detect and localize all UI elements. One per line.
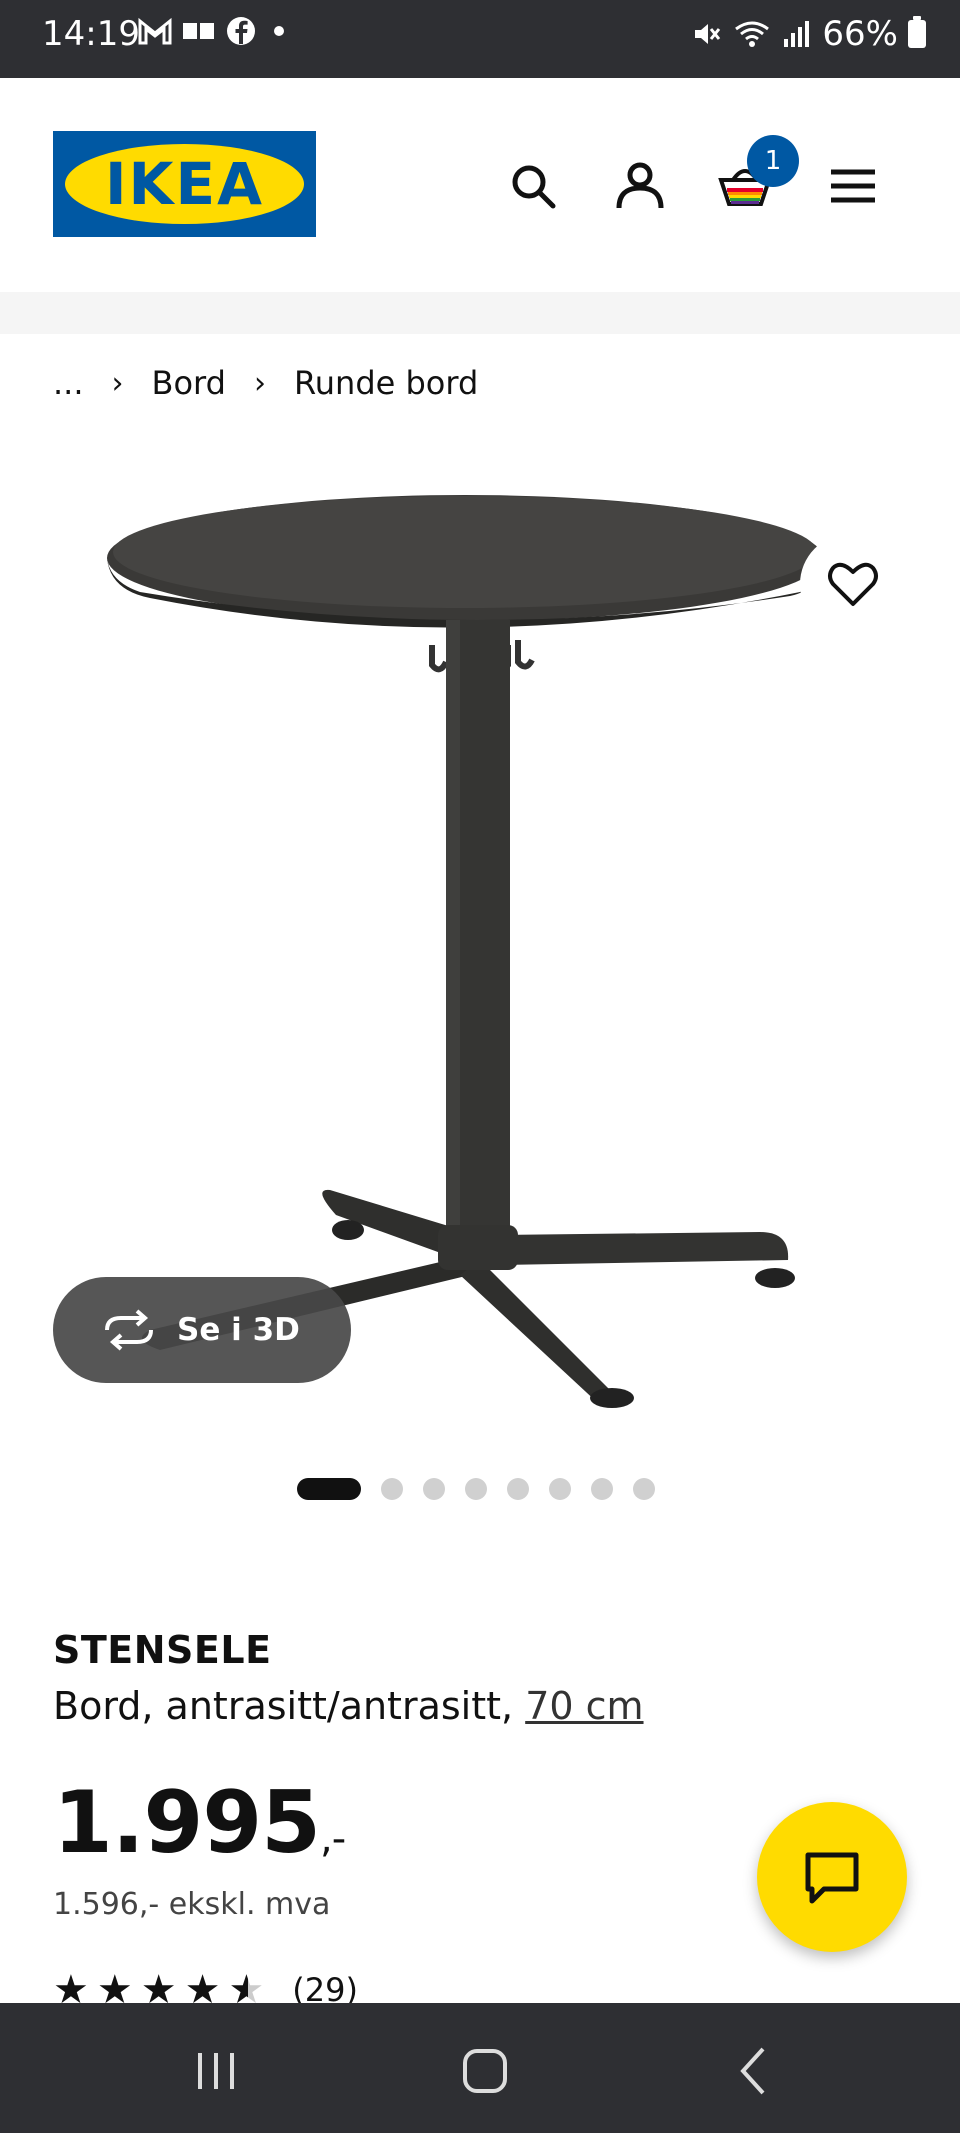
rotate-3d-icon <box>105 1309 153 1351</box>
system-nav-bar <box>0 2003 960 2133</box>
favorite-button[interactable] <box>800 534 908 634</box>
logo-text: IKEA <box>104 150 265 218</box>
pagination-dot[interactable] <box>591 1478 613 1500</box>
home-icon[interactable] <box>455 2041 515 2101</box>
pagination-dot[interactable] <box>633 1478 655 1500</box>
chat-bubble-icon <box>805 1852 859 1904</box>
price-suffix: ,- <box>320 1816 346 1862</box>
chevron-right-icon: › <box>111 365 124 401</box>
facebook-icon <box>227 17 255 45</box>
signal-icon <box>784 21 810 47</box>
battery-level: 66% <box>822 14 898 54</box>
price-ex-vat: 1.596,- ekskl. mva <box>53 1887 331 1922</box>
back-icon[interactable] <box>725 2041 785 2101</box>
chevron-right-icon: › <box>253 365 266 401</box>
see-in-3d-label: Se i 3D <box>177 1312 300 1348</box>
product-description: Bord, antrasitt/antrasitt, 70 cm <box>53 1684 644 1728</box>
breadcrumb-ellipsis[interactable]: ... <box>53 364 84 402</box>
account-icon[interactable] <box>612 158 668 214</box>
cart-count-badge: 1 <box>747 135 799 187</box>
search-icon[interactable] <box>505 158 561 214</box>
pagination-dot[interactable] <box>549 1478 571 1500</box>
recent-apps-icon[interactable] <box>186 2041 246 2101</box>
product-description-text: Bord, antrasitt/antrasitt, <box>53 1684 526 1728</box>
gmail-icon <box>138 17 172 45</box>
breadcrumb-item-runde-bord[interactable]: Runde bord <box>294 364 478 402</box>
header-divider-band <box>0 292 960 334</box>
breadcrumb-item-bord[interactable]: Bord <box>152 364 226 402</box>
pagination-dot[interactable] <box>465 1478 487 1500</box>
ikea-logo[interactable]: IKEA <box>53 131 316 237</box>
mute-icon <box>695 24 721 44</box>
size-link[interactable]: 70 cm <box>525 1684 643 1728</box>
heart-icon <box>828 562 878 606</box>
pagination-dot[interactable] <box>423 1478 445 1500</box>
product-name: STENSELE <box>53 1628 272 1672</box>
pagination-dot[interactable] <box>507 1478 529 1500</box>
notification-icons <box>138 16 292 46</box>
media-icon <box>183 23 214 39</box>
see-in-3d-button[interactable]: Se i 3D <box>53 1277 351 1383</box>
menu-icon[interactable] <box>825 158 881 214</box>
site-header: IKEA 1 <box>0 78 960 292</box>
dot-icon <box>274 26 284 36</box>
product-price: 1.995,- <box>53 1778 346 1884</box>
image-pagination <box>297 1478 655 1500</box>
price-value: 1.995 <box>53 1773 321 1873</box>
pagination-dot[interactable] <box>381 1478 403 1500</box>
breadcrumb: ... › Bord › Runde bord <box>53 364 478 402</box>
chat-button[interactable] <box>757 1802 907 1952</box>
battery-icon <box>908 16 926 48</box>
status-bar: 14:19 66% <box>0 0 960 78</box>
status-time: 14:19 <box>42 14 140 54</box>
pagination-dot-active[interactable] <box>297 1478 361 1500</box>
wifi-icon <box>735 21 770 47</box>
